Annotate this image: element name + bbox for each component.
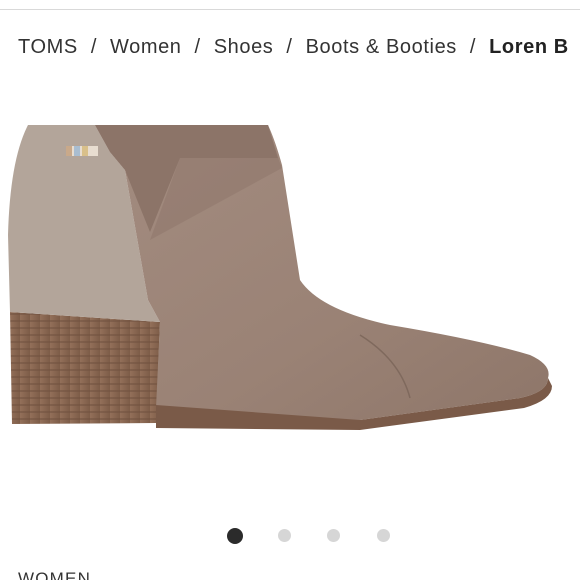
header-divider [0,9,580,10]
image-carousel-dots [0,528,580,544]
breadcrumb-separator: / [469,36,477,58]
heel [10,312,160,424]
breadcrumb-item-shoes[interactable]: Shoes [214,36,274,58]
breadcrumb-item-boots-booties[interactable]: Boots & Booties [306,36,457,58]
ankle-bootie-image[interactable] [0,90,580,510]
carousel-dot-3[interactable] [327,529,340,542]
carousel-dot-1[interactable] [227,528,243,544]
breadcrumb-separator: / [90,36,97,58]
breadcrumb-separator: / [194,36,201,58]
breadcrumb-item-toms[interactable]: TOMS [18,36,78,58]
carousel-dot-2[interactable] [278,529,291,542]
product-page: TOMS / Women / Shoes / Boots & Booties / Loren B [0,0,580,580]
breadcrumb-current-product: Loren B [489,36,569,58]
breadcrumb: TOMS / Women / Shoes / Boots & Booties / Loren B [18,36,569,59]
carousel-dot-4[interactable] [377,529,390,542]
breadcrumb-separator: / [286,36,293,58]
breadcrumb-item-women[interactable]: Women [110,36,182,58]
category-label: WOMEN [18,569,92,580]
